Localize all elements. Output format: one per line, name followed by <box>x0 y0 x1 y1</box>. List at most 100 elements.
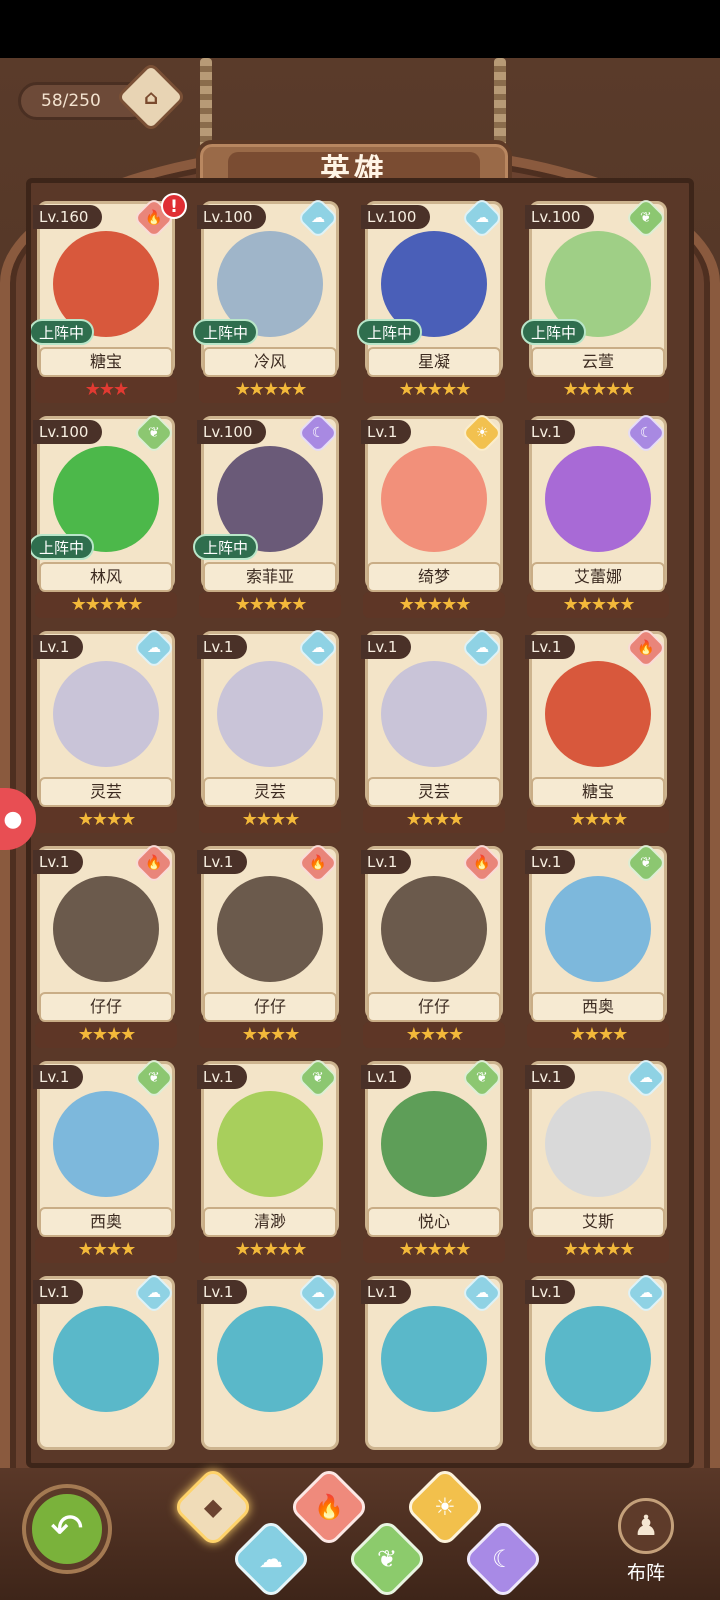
hero-card[interactable]: Lv.1 ❦ 清渺 ★★★★★ <box>197 1056 343 1263</box>
element-glyph: ❦ <box>312 1069 324 1086</box>
element-glyph: ❦ <box>640 854 652 871</box>
hero-card[interactable]: Lv.160 🔥! 上阵中 糖宝 ★★★ <box>31 193 187 403</box>
hero-portrait <box>217 1306 323 1412</box>
hero-portrait <box>53 661 159 767</box>
formation-label: 布阵 <box>626 1562 665 1584</box>
hero-name: 西奥 <box>531 992 665 1022</box>
hero-card[interactable]: Lv.1 ❦ 西奥 ★★★★ <box>33 1056 179 1263</box>
hero-card[interactable]: Lv.1 ❦ 西奥 ★★★★ <box>525 841 671 1048</box>
hero-card[interactable]: Lv.100 ☁ 上阵中 星凝 ★★★★★ <box>357 196 507 403</box>
hero-card[interactable]: Lv.1 ☁ 艾斯 ★★★★★ <box>525 1056 671 1263</box>
hero-card[interactable]: Lv.1 ☁ <box>197 1271 343 1463</box>
hero-level: Lv.100 <box>197 205 267 229</box>
hero-name: 冷风 <box>203 347 337 377</box>
hero-card[interactable]: Lv.1 🔥 糖宝 ★★★★ <box>525 626 671 833</box>
element-glyph: ☁ <box>639 1070 653 1086</box>
alert-badge: ! <box>161 193 187 219</box>
hero-card[interactable]: Lv.1 🔥 仔仔 ★★★★ <box>197 841 343 1048</box>
counter-glyph: ⌂ <box>143 84 159 109</box>
hero-name: 糖宝 <box>39 347 173 377</box>
hero-level: Lv.1 <box>361 1065 412 1089</box>
hero-level: Lv.1 <box>197 850 248 874</box>
hero-card[interactable]: Lv.100 ❦ 上阵中 云萱 ★★★★★ <box>521 196 671 403</box>
element-glyph: ☁ <box>475 1285 489 1301</box>
hero-card[interactable]: Lv.1 ❦ 悦心 ★★★★★ <box>361 1056 507 1263</box>
hero-level: Lv.100 <box>525 205 595 229</box>
hero-card[interactable]: Lv.1 ☁ <box>361 1271 507 1463</box>
star-rating: ★★★★ <box>527 807 669 833</box>
hero-portrait <box>381 1306 487 1412</box>
sun-icon: ☀ <box>434 1492 456 1521</box>
star-rating: ★★★★ <box>35 807 177 833</box>
status-bar <box>0 0 720 58</box>
star-rating: ★★★★★ <box>527 592 669 618</box>
element-glyph: ☁ <box>639 1285 653 1301</box>
hero-card[interactable]: Lv.1 ☁ <box>525 1271 671 1463</box>
hero-card[interactable]: Lv.1 ☁ 灵芸 ★★★★ <box>361 626 507 833</box>
back-button[interactable]: ↶ <box>26 1488 108 1570</box>
hero-name: 艾斯 <box>531 1207 665 1237</box>
hero-card[interactable]: Lv.1 🔥 仔仔 ★★★★ <box>33 841 179 1048</box>
star-rating: ★★★★★ <box>199 592 341 618</box>
hero-name: 仔仔 <box>39 992 173 1022</box>
deployed-badge: 上阵中 <box>31 319 95 345</box>
hero-name: 绮梦 <box>367 562 501 592</box>
hero-level: Lv.1 <box>33 635 84 659</box>
hero-card[interactable]: Lv.1 ☁ 灵芸 ★★★★ <box>197 626 343 833</box>
deployed-badge: 上阵中 <box>31 534 95 560</box>
element-glyph: ☁ <box>147 640 161 656</box>
element-glyph: 🔥 <box>637 640 655 656</box>
chess-pieces-icon: ♟ <box>618 1498 674 1554</box>
hero-portrait <box>545 876 651 982</box>
hero-name: 林风 <box>39 562 173 592</box>
all-icon: ◆ <box>203 1493 223 1521</box>
hero-card[interactable]: Lv.1 🔥 仔仔 ★★★★ <box>361 841 507 1048</box>
hero-portrait <box>217 661 323 767</box>
hero-name: 仔仔 <box>367 992 501 1022</box>
element-glyph: ☁ <box>475 640 489 656</box>
side-icon: ● <box>3 806 23 832</box>
element-glyph: ☀ <box>475 425 489 441</box>
hero-level: Lv.1 <box>525 1280 576 1304</box>
hero-level: Lv.1 <box>33 850 84 874</box>
hero-card[interactable]: Lv.1 ☾ 艾蕾娜 ★★★★★ <box>525 411 671 618</box>
hero-portrait <box>217 1091 323 1197</box>
hero-portrait <box>53 876 159 982</box>
element-glyph: ☁ <box>311 210 325 226</box>
star-rating: ★★★★★ <box>363 377 505 403</box>
hero-level: Lv.1 <box>525 1065 576 1089</box>
hero-grid-panel[interactable]: Lv.160 🔥! 上阵中 糖宝 ★★★ Lv.100 ☁ 上阵中 冷风 ★★★★★ Lv.100 ☁… <box>26 178 694 1468</box>
hero-portrait <box>545 1091 651 1197</box>
hero-card[interactable]: Lv.100 ☾ 上阵中 索菲亚 ★★★★★ <box>193 411 343 618</box>
element-glyph: 🔥 <box>145 210 163 226</box>
hero-name: 灵芸 <box>39 777 173 807</box>
hero-level: Lv.1 <box>525 850 576 874</box>
moon-icon: ☾ <box>492 1544 514 1573</box>
hero-portrait <box>545 446 651 552</box>
star-rating: ★★★★ <box>363 807 505 833</box>
element-glyph: ❦ <box>148 1069 160 1086</box>
star-rating: ★★★★★ <box>363 592 505 618</box>
hero-level: Lv.1 <box>525 635 576 659</box>
element-glyph: ☾ <box>311 425 325 441</box>
hero-level: Lv.1 <box>33 1280 84 1304</box>
hero-portrait <box>381 446 487 552</box>
hero-name: 索菲亚 <box>203 562 337 592</box>
element-glyph: ☁ <box>311 1285 325 1301</box>
fire-icon: 🔥 <box>314 1492 344 1521</box>
hero-card[interactable]: Lv.100 ☁ 上阵中 冷风 ★★★★★ <box>193 196 343 403</box>
deployed-badge: 上阵中 <box>193 319 259 345</box>
hero-level: Lv.1 <box>361 1280 412 1304</box>
hero-card[interactable]: Lv.100 ❦ 上阵中 林风 ★★★★★ <box>31 411 179 618</box>
hero-card[interactable]: Lv.1 ☀ 绮梦 ★★★★★ <box>361 411 507 618</box>
element-glyph: ☁ <box>311 640 325 656</box>
formation-button[interactable]: ♟ 布阵 <box>606 1498 686 1588</box>
hero-level: Lv.160 <box>33 205 103 229</box>
hero-level: Lv.1 <box>197 1065 248 1089</box>
hero-level: Lv.1 <box>197 635 248 659</box>
hero-name: 清渺 <box>203 1207 337 1237</box>
element-glyph: ❦ <box>148 424 160 441</box>
hero-card[interactable]: Lv.1 ☁ 灵芸 ★★★★ <box>33 626 179 833</box>
deployed-badge: 上阵中 <box>193 534 259 560</box>
hero-card[interactable]: Lv.1 ☁ <box>33 1271 179 1463</box>
